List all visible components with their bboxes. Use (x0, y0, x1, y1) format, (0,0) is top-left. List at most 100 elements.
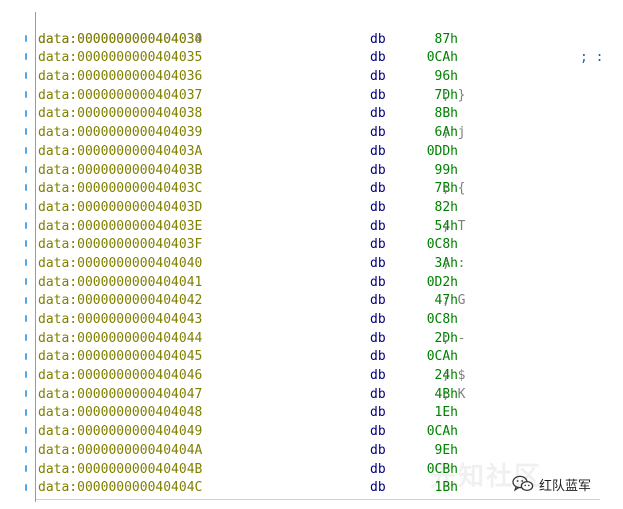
row-address: data:0000000000404034 (38, 31, 203, 47)
row-marker-icon[interactable] (25, 427, 27, 435)
row-marker-icon[interactable] (25, 483, 27, 491)
row-marker-icon[interactable] (25, 464, 27, 472)
row-address: data:0000000000404036 (38, 69, 203, 85)
listing-row[interactable]: data:0000000000404037 db 7Dh; } (38, 87, 608, 106)
row-comment: ; } (442, 87, 466, 103)
row-address: data:0000000000404038 (38, 106, 203, 122)
row-marker-icon[interactable] (25, 184, 27, 192)
row-marker-icon[interactable] (25, 34, 27, 42)
row-address: data:0000000000404048 (38, 405, 203, 421)
row-mnemonic: db (370, 143, 386, 159)
row-marker-icon[interactable] (25, 90, 27, 98)
row-mnemonic: db (370, 349, 386, 365)
row-marker-icon[interactable] (25, 390, 27, 397)
row-address: data:0000000000404049 (38, 424, 203, 440)
listing-row[interactable]: data:0000000000404047 db 4Bh; K (38, 386, 608, 405)
row-marker-icon[interactable] (25, 315, 27, 323)
row-marker-icon[interactable] (25, 146, 27, 154)
row-address: data:0000000000404045 (38, 349, 203, 365)
listing-row[interactable]: data:0000000000404034 db 87h (38, 31, 608, 50)
row-comment: ; G (442, 293, 466, 309)
row-mnemonic: db (370, 368, 386, 384)
listing-row[interactable]: data:000000000040403F db 0C8h (38, 236, 608, 255)
row-address: data:000000000040403A (38, 143, 203, 159)
row-mnemonic: db (370, 50, 386, 66)
listing-row[interactable]: data:0000000000404043 db 0C8h (38, 311, 608, 330)
row-mnemonic: db (370, 106, 386, 122)
listing-row[interactable]: data:0000000000404036 db 96h (38, 68, 608, 87)
row-comment: ; - (442, 330, 466, 346)
disassembly-listing[interactable]: data:0000000000404030 ; : data:000000000… (0, 12, 623, 502)
row-address: data:000000000040403D (38, 199, 203, 215)
row-marker-icon[interactable] (25, 259, 27, 267)
row-address: data:000000000040404C (38, 480, 203, 496)
row-mnemonic: db (370, 293, 386, 309)
row-marker-icon[interactable] (25, 240, 27, 248)
row-value: 1Eh (434, 405, 458, 421)
row-address: data:000000000040403E (38, 218, 203, 234)
row-address: data:000000000040403B (38, 162, 203, 178)
row-marker-icon[interactable] (25, 371, 27, 379)
row-marker-icon[interactable] (25, 109, 27, 117)
row-marker-icon[interactable] (25, 128, 27, 136)
row-mnemonic: db (370, 237, 386, 253)
row-marker-icon[interactable] (25, 72, 27, 80)
row-mnemonic: db (370, 274, 386, 290)
listing-row[interactable]: data:0000000000404040 db 3Ah; : (38, 255, 608, 274)
listing-row[interactable]: data:0000000000404039 db 6Ah; j (38, 124, 608, 143)
row-address: data:0000000000404039 (38, 125, 203, 141)
listing-row[interactable]: data:000000000040403C db 7Bh; { (38, 180, 608, 199)
row-value: 96h (434, 69, 458, 85)
row-marker-icon[interactable] (25, 408, 27, 416)
listing-row[interactable]: data:0000000000404035 db 0CAh (38, 49, 608, 68)
brand-watermark: 红队蓝军 (512, 474, 591, 494)
row-value: 99h (434, 162, 458, 178)
row-marker-icon[interactable] (25, 296, 27, 304)
row-marker-icon[interactable] (25, 165, 27, 173)
listing-row[interactable]: data:0000000000404046 db 24h; $ (38, 367, 608, 386)
row-address: data:0000000000404044 (38, 330, 203, 346)
row-mnemonic: db (370, 405, 386, 421)
listing-row[interactable]: data:0000000000404049 db 0CAh (38, 423, 608, 442)
row-mnemonic: db (370, 255, 386, 271)
row-address: data:0000000000404046 (38, 368, 203, 384)
row-mnemonic: db (370, 386, 386, 402)
brand-label: 红队蓝军 (539, 478, 592, 494)
row-marker-icon[interactable] (25, 53, 27, 61)
row-mnemonic: db (370, 218, 386, 234)
row-address: data:0000000000404037 (38, 87, 203, 103)
row-marker-icon[interactable] (25, 277, 27, 285)
listing-header-row[interactable]: data:0000000000404030 ; : (38, 12, 608, 66)
row-marker-icon[interactable] (25, 352, 27, 360)
row-address: data:0000000000404043 (38, 312, 203, 327)
row-address: data:000000000040403C (38, 181, 203, 197)
listing-row[interactable]: data:0000000000404044 db 2Dh; - (38, 330, 608, 349)
row-address: data:0000000000404042 (38, 293, 203, 309)
listing-gutter[interactable] (0, 12, 34, 502)
row-value: 82h (434, 199, 458, 215)
listing-row[interactable]: data:000000000040403A db 0DDh (38, 143, 608, 162)
listing-row[interactable]: data:0000000000404042 db 47h; G (38, 292, 608, 311)
row-marker-icon[interactable] (25, 203, 27, 210)
row-marker-icon[interactable] (25, 333, 27, 341)
row-value: 0CAh (426, 349, 458, 365)
row-value: 0D2h (426, 274, 458, 290)
listing-row[interactable]: data:000000000040403E db 54h; T (38, 218, 608, 237)
listing-row[interactable]: data:000000000040403D db 82h (38, 199, 608, 218)
row-value: 0CAh (426, 50, 458, 66)
row-marker-icon[interactable] (25, 221, 27, 229)
row-comment: ; j (442, 125, 466, 141)
row-marker-icon[interactable] (25, 446, 27, 454)
listing-row[interactable]: data:0000000000404038 db 8Bh (38, 105, 608, 124)
listing-row[interactable]: data:0000000000404045 db 0CAh (38, 348, 608, 367)
row-mnemonic: db (370, 330, 386, 346)
listing-row[interactable]: data:0000000000404048 db 1Eh (38, 404, 608, 423)
row-value: 0CAh (426, 424, 458, 440)
row-mnemonic: db (370, 199, 386, 215)
row-mnemonic: db (370, 461, 386, 477)
listing-row[interactable]: data:000000000040403B db 99h (38, 162, 608, 181)
gutter-divider (35, 12, 36, 502)
listing-row[interactable]: data:0000000000404041 db 0D2h (38, 274, 608, 293)
row-address: data:0000000000404041 (38, 274, 203, 290)
row-address: data:0000000000404040 (38, 255, 203, 271)
